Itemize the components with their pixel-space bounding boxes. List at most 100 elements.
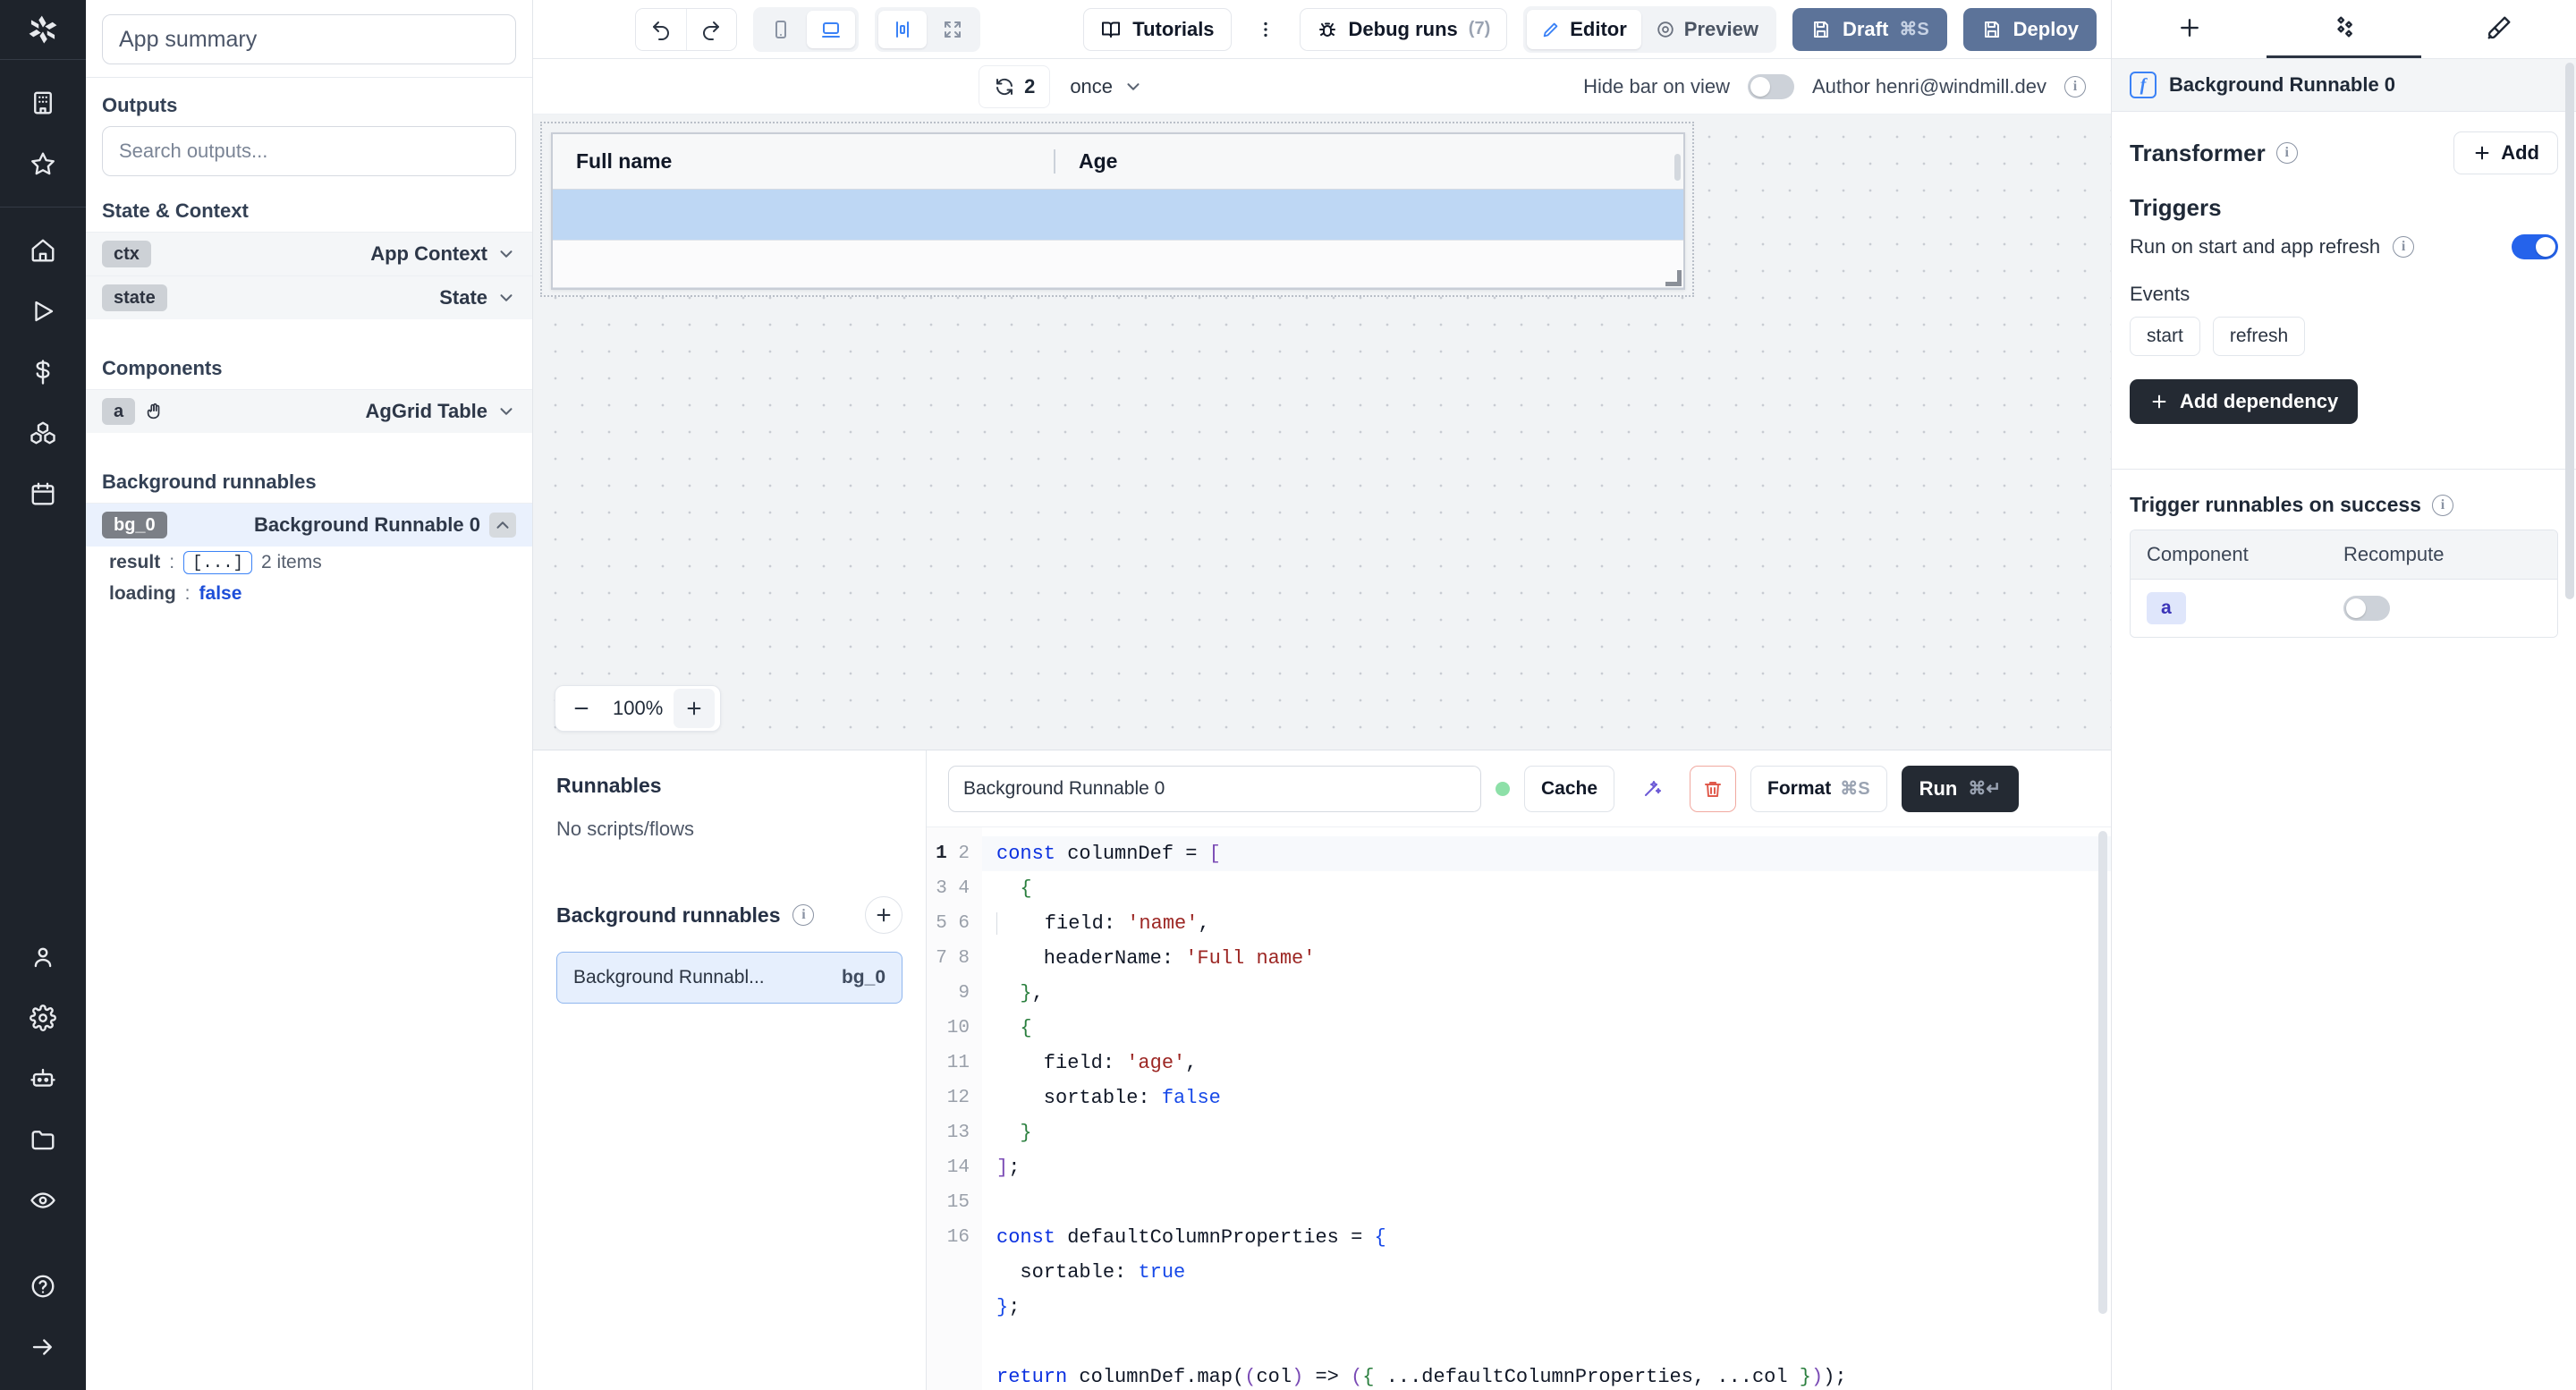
code-area[interactable]: 1 2 3 4 5 6 7 8 9 10 11 12 13 14 15 16 c…	[927, 827, 2111, 1390]
run-on-start-toggle[interactable]	[2512, 234, 2558, 259]
zoom-level-label: 100%	[602, 697, 674, 720]
sidebar-item-workers[interactable]	[13, 1048, 73, 1109]
background-runnable-row[interactable]: bg_0 Background Runnable 0	[86, 503, 532, 547]
sidebar-item-resources[interactable]	[13, 403, 73, 463]
tab-preview[interactable]: Preview	[1641, 10, 1773, 49]
run-button[interactable]: Run ⌘↵	[1902, 766, 2020, 812]
sidebar-item-account[interactable]	[13, 927, 73, 987]
transformer-heading: Transformer	[2130, 140, 2266, 167]
background-runnable-id: bg_0	[842, 967, 886, 988]
info-icon[interactable]: i	[2276, 142, 2298, 164]
hide-bar-toggle[interactable]	[1748, 74, 1794, 99]
sidebar-item-home[interactable]	[13, 220, 73, 281]
add-dependency-button[interactable]: Add dependency	[2130, 379, 2358, 424]
tab-add-component[interactable]	[2112, 0, 2267, 58]
widget-resize-handle[interactable]	[1669, 274, 1682, 286]
info-icon[interactable]: i	[2393, 236, 2414, 258]
chevron-down-icon[interactable]	[496, 244, 516, 264]
fullscreen-button[interactable]	[928, 11, 977, 48]
output-loading-value: false	[199, 583, 242, 605]
output-result-badge[interactable]: [...]	[183, 551, 252, 574]
trigger-col-recompute: Recompute	[2327, 530, 2461, 579]
inspector-scrollbar[interactable]	[2565, 63, 2574, 599]
debug-runs-button[interactable]: Debug runs (7)	[1300, 8, 1508, 51]
panel-toggle-button[interactable]	[878, 11, 927, 48]
sidebar-item-folders[interactable]	[13, 1109, 73, 1170]
app-canvas[interactable]: Full name Age 100%	[533, 114, 2111, 750]
add-background-runnable-button[interactable]	[865, 896, 902, 934]
recompute-toggle[interactable]	[2343, 596, 2390, 621]
sidebar-item-settings[interactable]	[13, 987, 73, 1048]
info-icon[interactable]: i	[2064, 76, 2086, 97]
book-icon	[1100, 19, 1122, 40]
chevron-down-icon[interactable]	[496, 402, 516, 421]
component-row-a[interactable]: a AgGrid Table	[86, 389, 532, 433]
tutorials-button[interactable]: Tutorials	[1083, 8, 1231, 51]
search-outputs-input[interactable]	[102, 126, 516, 176]
column-header-age[interactable]: Age	[1054, 149, 1683, 174]
ai-assistant-button[interactable]	[1629, 766, 1675, 812]
run-mode-label: once	[1070, 75, 1113, 98]
table-row[interactable]	[553, 190, 1683, 241]
undo-button[interactable]	[636, 9, 686, 50]
event-chip-refresh[interactable]: refresh	[2213, 317, 2305, 356]
add-dependency-label: Add dependency	[2180, 390, 2338, 413]
event-chips: start refresh	[2130, 317, 2558, 356]
state-row-ctx[interactable]: ctx App Context	[86, 232, 532, 275]
sidebar-item-schedules[interactable]	[13, 463, 73, 524]
sidebar-item-billing[interactable]	[13, 342, 73, 403]
table-scrollbar[interactable]	[1674, 154, 1681, 181]
chevron-down-icon[interactable]	[496, 288, 516, 308]
windmill-logo[interactable]	[0, 0, 86, 59]
sidebar-item-audit[interactable]	[13, 1170, 73, 1231]
background-runnable-row-label: Background Runnable 0	[254, 513, 480, 537]
run-mode-select[interactable]: once	[1070, 75, 1143, 98]
more-options-button[interactable]	[1248, 9, 1284, 50]
tutorials-label: Tutorials	[1132, 18, 1214, 41]
table-row[interactable]	[553, 241, 1683, 288]
redo-button[interactable]	[686, 9, 736, 50]
cache-button[interactable]: Cache	[1524, 766, 1614, 812]
app-root: Outputs State & Context ctx App Context …	[0, 0, 2576, 1390]
tab-components[interactable]	[2267, 0, 2421, 58]
code-content[interactable]: const columnDef = [ { field: 'name', hea…	[982, 827, 2111, 1390]
add-transformer-button[interactable]: Add	[2453, 131, 2558, 174]
eye-circle-icon	[1656, 20, 1675, 39]
help-icon[interactable]	[13, 1256, 73, 1317]
refresh-interval-button[interactable]: 2	[979, 65, 1050, 108]
sidebar-item-workspace[interactable]	[13, 72, 73, 133]
rail-group-nav	[0, 208, 86, 537]
draft-shortcut: ⌘S	[1899, 18, 1928, 40]
preview-label: Preview	[1684, 18, 1758, 41]
device-desktop-button[interactable]	[807, 11, 855, 48]
event-chip-start[interactable]: start	[2130, 317, 2200, 356]
state-row-state[interactable]: state State	[86, 275, 532, 319]
aggrid-table-widget[interactable]: Full name Age	[551, 132, 1685, 290]
components-icon	[2331, 14, 2358, 41]
inspector-title: Background Runnable 0	[2169, 73, 2395, 97]
info-icon[interactable]: i	[2432, 495, 2453, 516]
background-runnable-list-item[interactable]: Background Runnabl... bg_0	[556, 952, 902, 1004]
format-button[interactable]: Format ⌘S	[1750, 766, 1887, 812]
info-icon[interactable]: i	[792, 904, 814, 926]
sidebar-item-favorites[interactable]	[13, 133, 73, 194]
sidebar-item-runs[interactable]	[13, 281, 73, 342]
runnable-name-input[interactable]	[948, 766, 1481, 812]
panel-icon	[892, 19, 913, 40]
plus-icon	[2176, 14, 2203, 41]
undo-redo-group	[635, 8, 737, 51]
code-scrollbar[interactable]	[2098, 831, 2107, 1314]
save-draft-button[interactable]: Draft ⌘S	[1792, 8, 1947, 51]
tab-styling[interactable]	[2421, 0, 2576, 58]
column-header-full-name[interactable]: Full name	[553, 149, 1054, 174]
zoom-in-button[interactable]	[674, 689, 715, 728]
bug-icon	[1317, 19, 1338, 40]
expand-sidebar-icon[interactable]	[13, 1317, 73, 1377]
device-mobile-button[interactable]	[757, 11, 805, 48]
delete-runnable-button[interactable]	[1690, 766, 1736, 812]
deploy-button[interactable]: Deploy	[1963, 8, 2097, 51]
tab-editor[interactable]: Editor	[1527, 10, 1641, 49]
app-title-input[interactable]	[102, 14, 516, 64]
chevron-up-toggle[interactable]	[489, 513, 516, 538]
zoom-out-button[interactable]	[561, 689, 602, 728]
